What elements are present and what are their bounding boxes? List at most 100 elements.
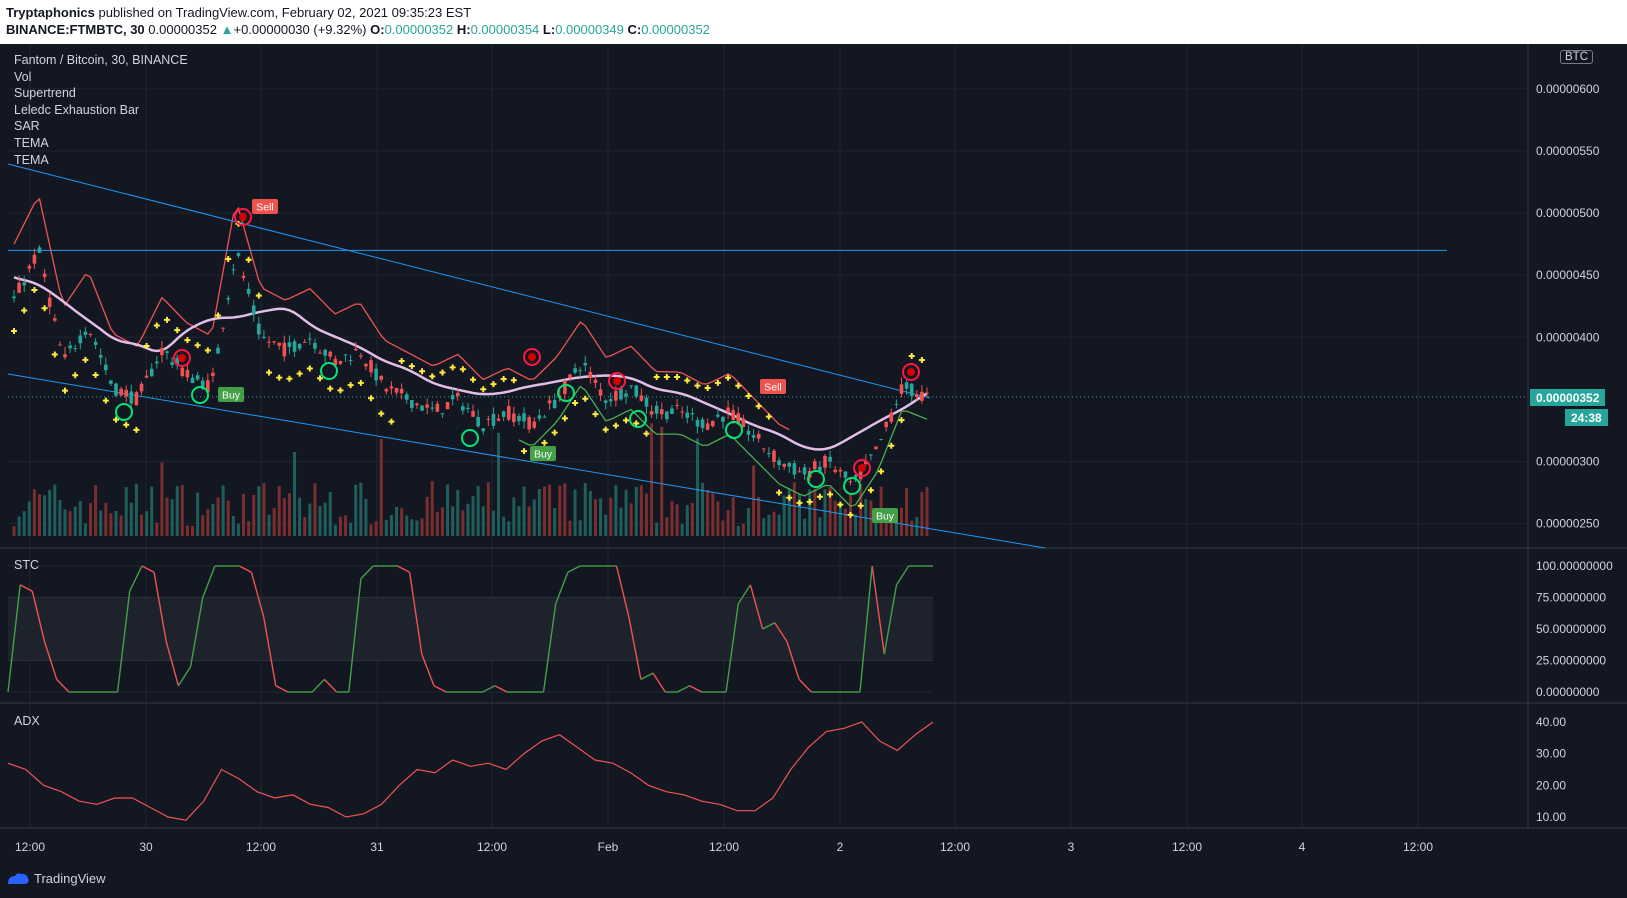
sar-marker bbox=[867, 487, 874, 494]
candle-body bbox=[542, 416, 547, 418]
volume-bar bbox=[287, 493, 291, 536]
legend-indicator[interactable]: SAR bbox=[14, 118, 188, 135]
sar-marker bbox=[908, 352, 915, 359]
exhaustion-buy-circle bbox=[807, 470, 825, 488]
candle-body bbox=[32, 254, 37, 264]
sar-marker bbox=[123, 421, 130, 428]
volume-bar bbox=[440, 507, 444, 536]
candle-body bbox=[297, 343, 302, 349]
volume-bar bbox=[558, 485, 562, 536]
adx-line bbox=[7, 721, 934, 821]
legend-indicator[interactable]: Leledc Exhaustion Bar bbox=[14, 102, 188, 119]
candle-body bbox=[843, 471, 848, 478]
volume-bar bbox=[818, 517, 822, 536]
volume-bar bbox=[425, 496, 429, 536]
volume-bar bbox=[257, 486, 261, 536]
exhaustion-buy-circle bbox=[461, 429, 479, 447]
volume-bar bbox=[129, 502, 133, 536]
candle-body bbox=[211, 372, 215, 377]
sar-marker bbox=[357, 379, 364, 386]
legend-indicator[interactable]: TEMA bbox=[14, 135, 188, 152]
chart-canvas[interactable]: SellSellBuyBuyBuy 0.000006000.000005500.… bbox=[0, 0, 1627, 898]
candle-body bbox=[777, 460, 781, 466]
candle-body bbox=[578, 370, 582, 372]
adx-pane-label[interactable]: ADX bbox=[14, 714, 40, 728]
candle-body bbox=[823, 455, 827, 468]
time-axis-label: 31 bbox=[370, 840, 384, 854]
time-axis-label: 12:00 bbox=[246, 840, 276, 854]
buy-signal-label: Buy bbox=[876, 511, 895, 523]
volume-bar bbox=[333, 524, 337, 536]
buy-signal-label: Buy bbox=[534, 449, 553, 461]
candle-body bbox=[410, 400, 414, 409]
candle-body bbox=[17, 282, 21, 293]
time-axis-label: 12:00 bbox=[940, 840, 970, 854]
candle-body bbox=[338, 360, 343, 364]
candle-body bbox=[884, 422, 888, 428]
legend-title[interactable]: Fantom / Bitcoin, 30, BINANCE bbox=[14, 52, 188, 69]
stc-pane-label[interactable]: STC bbox=[14, 558, 39, 572]
volume-bar bbox=[359, 482, 363, 536]
candle-body bbox=[374, 368, 378, 381]
volume-bar bbox=[119, 515, 123, 536]
candle-body bbox=[787, 462, 792, 467]
sar-marker bbox=[847, 511, 854, 518]
volume-bar bbox=[746, 507, 750, 536]
candle-body bbox=[797, 471, 802, 473]
volume-bar bbox=[599, 498, 603, 536]
candle-body bbox=[445, 402, 450, 410]
volume-bar bbox=[634, 487, 638, 536]
volume-bar bbox=[410, 519, 414, 536]
candle-body bbox=[471, 410, 475, 417]
exhaustion-buy-circle bbox=[629, 410, 647, 428]
sar-marker bbox=[82, 356, 89, 363]
volume-bar bbox=[695, 438, 699, 536]
candle-body bbox=[659, 409, 664, 415]
price-axis-label: 0.00000300 bbox=[1536, 454, 1600, 468]
candle-body bbox=[389, 386, 394, 389]
volume-bar bbox=[272, 508, 276, 536]
bar-countdown: 24:38 bbox=[1565, 409, 1608, 426]
time-axis-label: 4 bbox=[1299, 840, 1306, 854]
chart-legend: Fantom / Bitcoin, 30, BINANCE Vol Supert… bbox=[14, 52, 188, 168]
stc-segment bbox=[129, 565, 143, 592]
volume-bar bbox=[568, 520, 572, 536]
time-axis: 12:00 30 12:00 31 12:00 Feb 12:00 2 12:00 3 12:00 4… bbox=[15, 840, 1433, 854]
volume-bar bbox=[650, 423, 654, 536]
candle-body bbox=[552, 399, 557, 409]
volume-bar bbox=[690, 503, 694, 536]
sar-marker bbox=[480, 386, 487, 393]
stc-segment bbox=[689, 685, 703, 693]
candle-body bbox=[914, 394, 919, 398]
candle-body bbox=[756, 433, 761, 439]
candle-body bbox=[675, 404, 679, 406]
exhaustion-buy-circle bbox=[843, 477, 861, 495]
time-axis-label: Feb bbox=[598, 840, 619, 854]
time-axis-label: 12:00 bbox=[1403, 840, 1433, 854]
currency-badge[interactable]: BTC bbox=[1560, 50, 1593, 64]
sar-marker bbox=[41, 305, 48, 312]
sar-marker bbox=[857, 502, 864, 509]
candle-body bbox=[496, 418, 501, 421]
candle-body bbox=[42, 273, 47, 277]
sar-marker bbox=[327, 385, 334, 392]
volume-bar bbox=[741, 524, 745, 536]
volume-bar bbox=[379, 438, 383, 536]
candle-body bbox=[343, 354, 348, 356]
tradingview-logo[interactable]: TradingView bbox=[6, 871, 106, 886]
stc-segment bbox=[19, 584, 33, 592]
volume-bar bbox=[262, 483, 266, 536]
candle-body bbox=[512, 413, 516, 422]
candle-body bbox=[73, 348, 78, 350]
volume-bar bbox=[497, 432, 501, 536]
legend-indicator[interactable]: TEMA bbox=[14, 152, 188, 169]
candle-body bbox=[654, 405, 659, 414]
exhaustion-sell-dot bbox=[907, 368, 915, 376]
chart-grid bbox=[8, 44, 1528, 828]
candle-body bbox=[568, 374, 572, 378]
stc-band bbox=[8, 597, 933, 661]
candle-body bbox=[894, 403, 899, 405]
legend-indicator[interactable]: Vol bbox=[14, 69, 188, 86]
sar-marker bbox=[806, 498, 813, 505]
legend-indicator[interactable]: Supertrend bbox=[14, 85, 188, 102]
